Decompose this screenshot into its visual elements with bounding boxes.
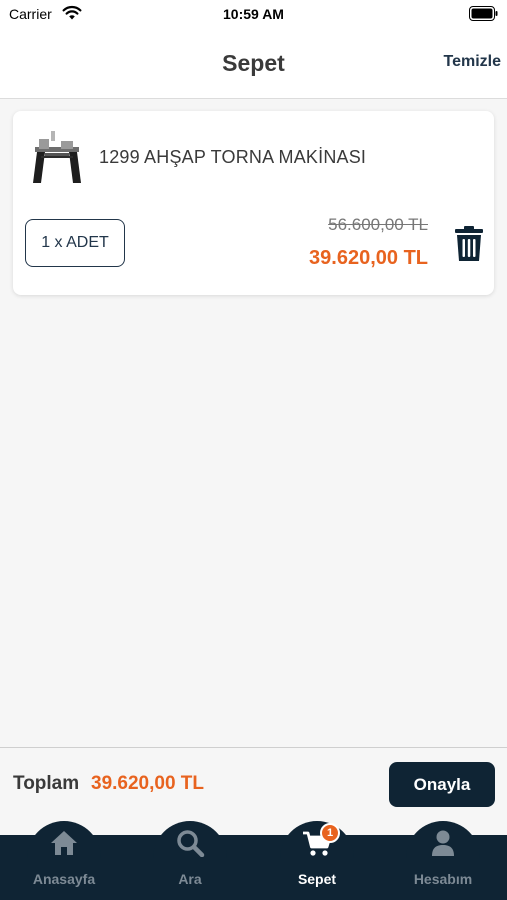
search-icon [177,830,205,857]
tab-home[interactable]: Anasayfa [27,821,101,900]
quantity-button[interactable]: 1 x ADET [25,219,125,267]
battery-icon [469,6,498,21]
status-time: 10:59 AM [223,6,284,22]
old-price: 56.600,00 TL [328,215,428,234]
cart-badge: 1 [320,823,340,843]
home-icon [51,831,77,855]
tab-cart[interactable]: 1 Sepet [280,821,354,900]
tab-label: Hesabım [413,871,473,887]
total-value: 39.620,00 TL [91,773,205,794]
confirm-button[interactable]: Onayla [389,762,495,807]
tab-label: Anasayfa [32,871,96,887]
trash-icon[interactable] [454,226,484,262]
product-name: 1299 AHŞAP TORNA MAKİNASI [99,147,367,167]
status-bar: Carrier 10:59 AM [0,0,507,28]
user-icon [432,830,454,856]
tab-label: Ara [178,871,202,887]
tab-label: Sepet [297,871,337,887]
cart-item-card: 1299 AHŞAP TORNA MAKİNASI 1 x ADET 56.60… [13,111,494,295]
tab-bar: Anasayfa Ara 1 Sepet Hesabım [0,821,507,900]
discounted-price: 39.620,00 TL [309,247,428,269]
total-label: Toplam [13,773,80,794]
navigation-bar: Sepet Temizle [0,28,507,99]
page-title: Sepet [222,50,285,76]
product-image[interactable] [31,127,83,187]
tab-search[interactable]: Ara [153,821,227,900]
tab-account[interactable]: Hesabım [406,821,480,900]
clear-cart-button[interactable]: Temizle [444,53,502,71]
